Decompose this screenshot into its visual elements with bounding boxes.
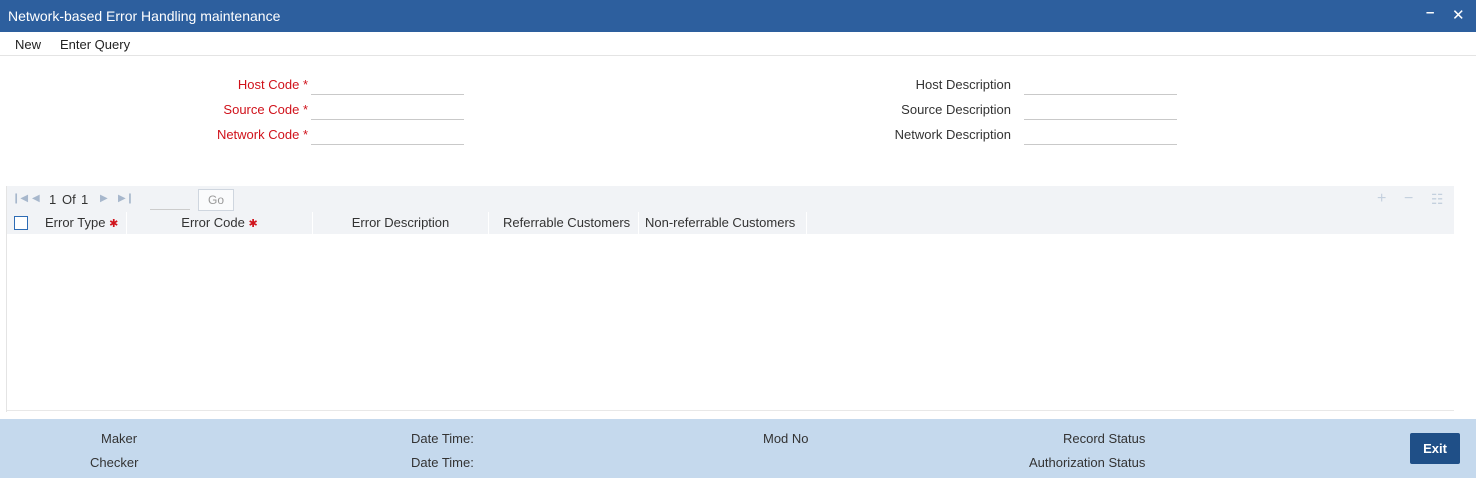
network-description-label: Network Description — [894, 127, 1011, 142]
grid-pager: ❙◀ ◀ 1 Of 1 ▶ ▶❙ Go + − ☷ — [7, 186, 1454, 212]
close-icon[interactable]: ✕ — [1452, 6, 1465, 24]
network-description-input[interactable] — [1024, 125, 1177, 145]
network-code-input[interactable] — [311, 125, 464, 145]
source-code-label-text: Source Code — [223, 102, 300, 117]
audit-footer: Maker Checker Date Time: Date Time: Mod … — [0, 419, 1476, 478]
authorization-status-label: Authorization Status — [1029, 455, 1146, 470]
source-description-input[interactable] — [1024, 100, 1177, 120]
col-error-description-label: Error Description — [351, 215, 450, 230]
first-page-icon[interactable]: ❙◀ — [12, 193, 28, 204]
total-pages: 1 — [81, 192, 89, 207]
host-code-label-text: Host Code — [237, 77, 300, 92]
source-description-label: Source Description — [901, 102, 1011, 117]
mod-no-label: Mod No — [763, 431, 809, 446]
minus-icon[interactable]: − — [1404, 190, 1413, 208]
go-button[interactable]: Go — [198, 189, 234, 211]
current-page: 1 — [49, 192, 57, 207]
col-error-type[interactable]: Error Type ✱ — [35, 212, 127, 234]
record-status-label: Record Status — [1063, 431, 1146, 446]
required-mark: ✱ — [109, 218, 119, 230]
select-all-checkbox[interactable] — [14, 216, 28, 230]
last-page-icon[interactable]: ▶❙ — [118, 193, 134, 204]
grid-header: Error Type ✱ Error Code ✱ Error Descript… — [7, 212, 1454, 234]
menu-new[interactable]: New — [15, 37, 41, 52]
list-icon[interactable]: ☷ — [1431, 191, 1444, 208]
host-code-label: Host Code * — [150, 77, 308, 92]
page-number-input[interactable] — [150, 190, 190, 210]
maker-date-label: Date Time: — [411, 431, 474, 446]
host-code-input[interactable] — [311, 75, 464, 95]
col-referrable-customers-label: Referrable Customers — [503, 215, 631, 230]
required-mark: * — [302, 102, 308, 117]
col-error-type-label: Error Type — [45, 215, 106, 230]
host-description-label: Host Description — [915, 77, 1011, 92]
col-non-referrable-customers[interactable]: Non-referrable Customers — [639, 212, 807, 234]
window-title: Network-based Error Handling maintenance — [8, 8, 281, 24]
next-page-icon[interactable]: ▶ — [100, 193, 108, 204]
window-titlebar: Network-based Error Handling maintenance… — [0, 0, 1476, 32]
menu-enter-query[interactable]: Enter Query — [60, 37, 130, 52]
exit-button[interactable]: Exit — [1410, 433, 1460, 464]
col-referrable-customers[interactable]: Referrable Customers — [489, 212, 639, 234]
of-label: Of — [62, 192, 76, 207]
checker-date-label: Date Time: — [411, 455, 474, 470]
network-code-label-text: Network Code — [216, 127, 300, 142]
required-mark: * — [302, 77, 308, 92]
source-code-label: Source Code * — [150, 102, 308, 117]
col-non-referrable-customers-label: Non-referrable Customers — [645, 215, 796, 230]
grid-bottom-border — [7, 410, 1454, 411]
col-error-description[interactable]: Error Description — [313, 212, 489, 234]
menu-bar: New Enter Query — [0, 32, 1476, 56]
host-description-input[interactable] — [1024, 75, 1177, 95]
checker-label: Checker — [90, 455, 139, 470]
plus-icon[interactable]: + — [1377, 190, 1386, 208]
required-mark: * — [302, 127, 308, 142]
prev-page-icon[interactable]: ◀ — [32, 193, 40, 204]
error-grid: ❙◀ ◀ 1 Of 1 ▶ ▶❙ Go + − ☷ Error Type ✱ E… — [6, 186, 1454, 412]
maker-label: Maker — [101, 431, 138, 446]
col-error-code-label: Error Code — [181, 215, 245, 230]
required-mark: ✱ — [248, 218, 258, 230]
col-error-code[interactable]: Error Code ✱ — [127, 212, 313, 234]
source-code-input[interactable] — [311, 100, 464, 120]
network-code-label: Network Code * — [150, 127, 308, 142]
minimize-icon[interactable]: – — [1426, 4, 1434, 21]
